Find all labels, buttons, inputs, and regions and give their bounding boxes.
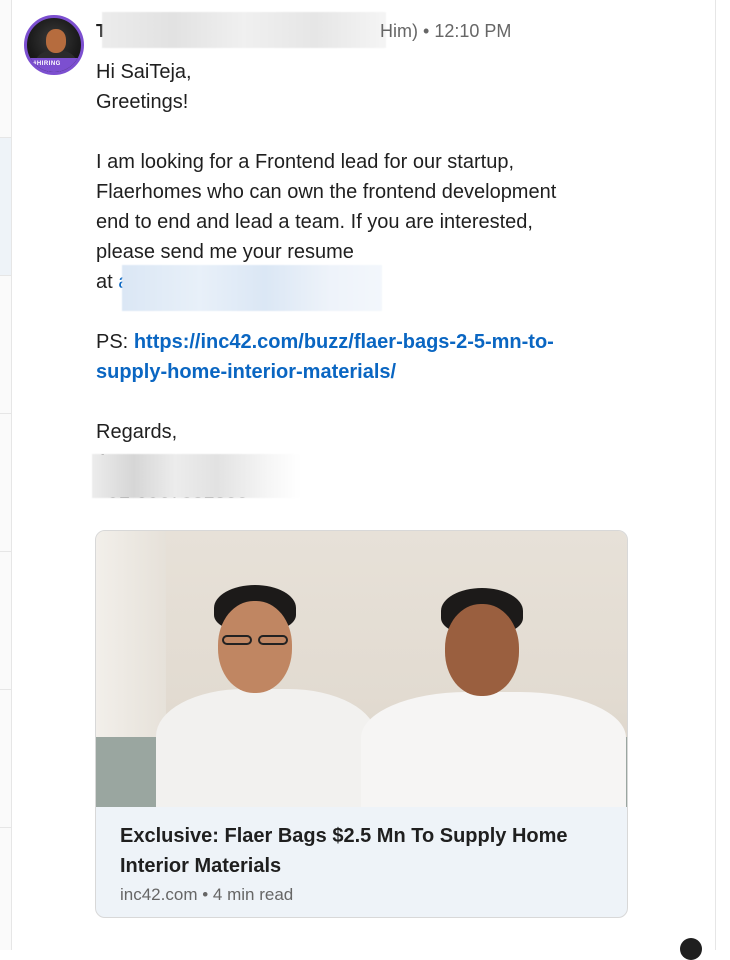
avatar-face <box>46 29 66 53</box>
regards-line: Regards, <box>96 417 626 447</box>
link-preview-body[interactable]: Exclusive: Flaer Bags $2.5 Mn To Supply … <box>96 807 627 917</box>
person-right-shirt <box>361 692 626 807</box>
list-divider <box>0 551 11 552</box>
message-line: Flaerhomes who can own the frontend deve… <box>96 177 626 207</box>
active-conversation-indicator <box>0 137 11 275</box>
sender-avatar[interactable]: #HIRING <box>24 15 84 75</box>
email-prefix: at <box>96 271 113 293</box>
person-left-face <box>218 601 292 693</box>
hiring-badge: #HIRING <box>27 58 84 72</box>
conversation-list-edge <box>0 0 12 950</box>
link-preview-card[interactable]: Exclusive: Flaer Bags $2.5 Mn To Supply … <box>95 530 628 918</box>
person-left-shirt <box>156 689 376 807</box>
list-divider <box>0 137 11 138</box>
ps-line: PS: https://inc42.com/buzz/flaer-bags-2-… <box>96 327 626 357</box>
message-line: Greetings! <box>96 87 626 117</box>
person-right <box>361 582 626 807</box>
right-panel-edge <box>715 0 730 950</box>
person-left-glasses <box>258 635 288 645</box>
ps-link[interactable]: https://inc42.com/buzz/flaer-bags-2-5-mn… <box>134 331 554 353</box>
message-blank-line <box>96 387 626 417</box>
link-preview-source: inc42.com <box>120 885 197 904</box>
message-line: end to end and lead a team. If you are i… <box>96 207 626 237</box>
person-right-face <box>445 604 519 696</box>
meta-separator: • <box>202 885 208 904</box>
list-divider <box>0 275 11 276</box>
message-line: Hi SaiTeja, <box>96 57 626 87</box>
floating-action-icon[interactable] <box>680 938 702 960</box>
link-preview-title[interactable]: Exclusive: Flaer Bags $2.5 Mn To Supply … <box>120 821 603 881</box>
message-line: I am looking for a Frontend lead for our… <box>96 147 626 177</box>
redacted-sender-name <box>102 12 386 48</box>
list-divider <box>0 413 11 414</box>
list-divider <box>0 689 11 690</box>
meta-separator: • <box>423 21 434 41</box>
list-divider <box>0 827 11 828</box>
redacted-email <box>122 265 382 311</box>
message-line: please send me your resume <box>96 237 626 267</box>
message-blank-line <box>96 117 626 147</box>
person-left <box>156 577 376 807</box>
ps-label: PS: <box>96 331 128 353</box>
message-time: 12:10 PM <box>434 21 511 41</box>
sender-name-tail: Him) <box>380 21 418 41</box>
message-meta: Him) • 12:10 PM <box>380 18 511 44</box>
ps-line-continued: supply-home-interior-materials/ <box>96 357 626 387</box>
ps-link-continued[interactable]: supply-home-interior-materials/ <box>96 361 396 383</box>
link-preview-meta: inc42.com • 4 min read <box>120 883 603 907</box>
link-preview-read-time: 4 min read <box>213 885 293 904</box>
person-left-glasses <box>222 635 252 645</box>
link-preview-image[interactable] <box>96 531 627 807</box>
redacted-signature <box>92 454 300 498</box>
